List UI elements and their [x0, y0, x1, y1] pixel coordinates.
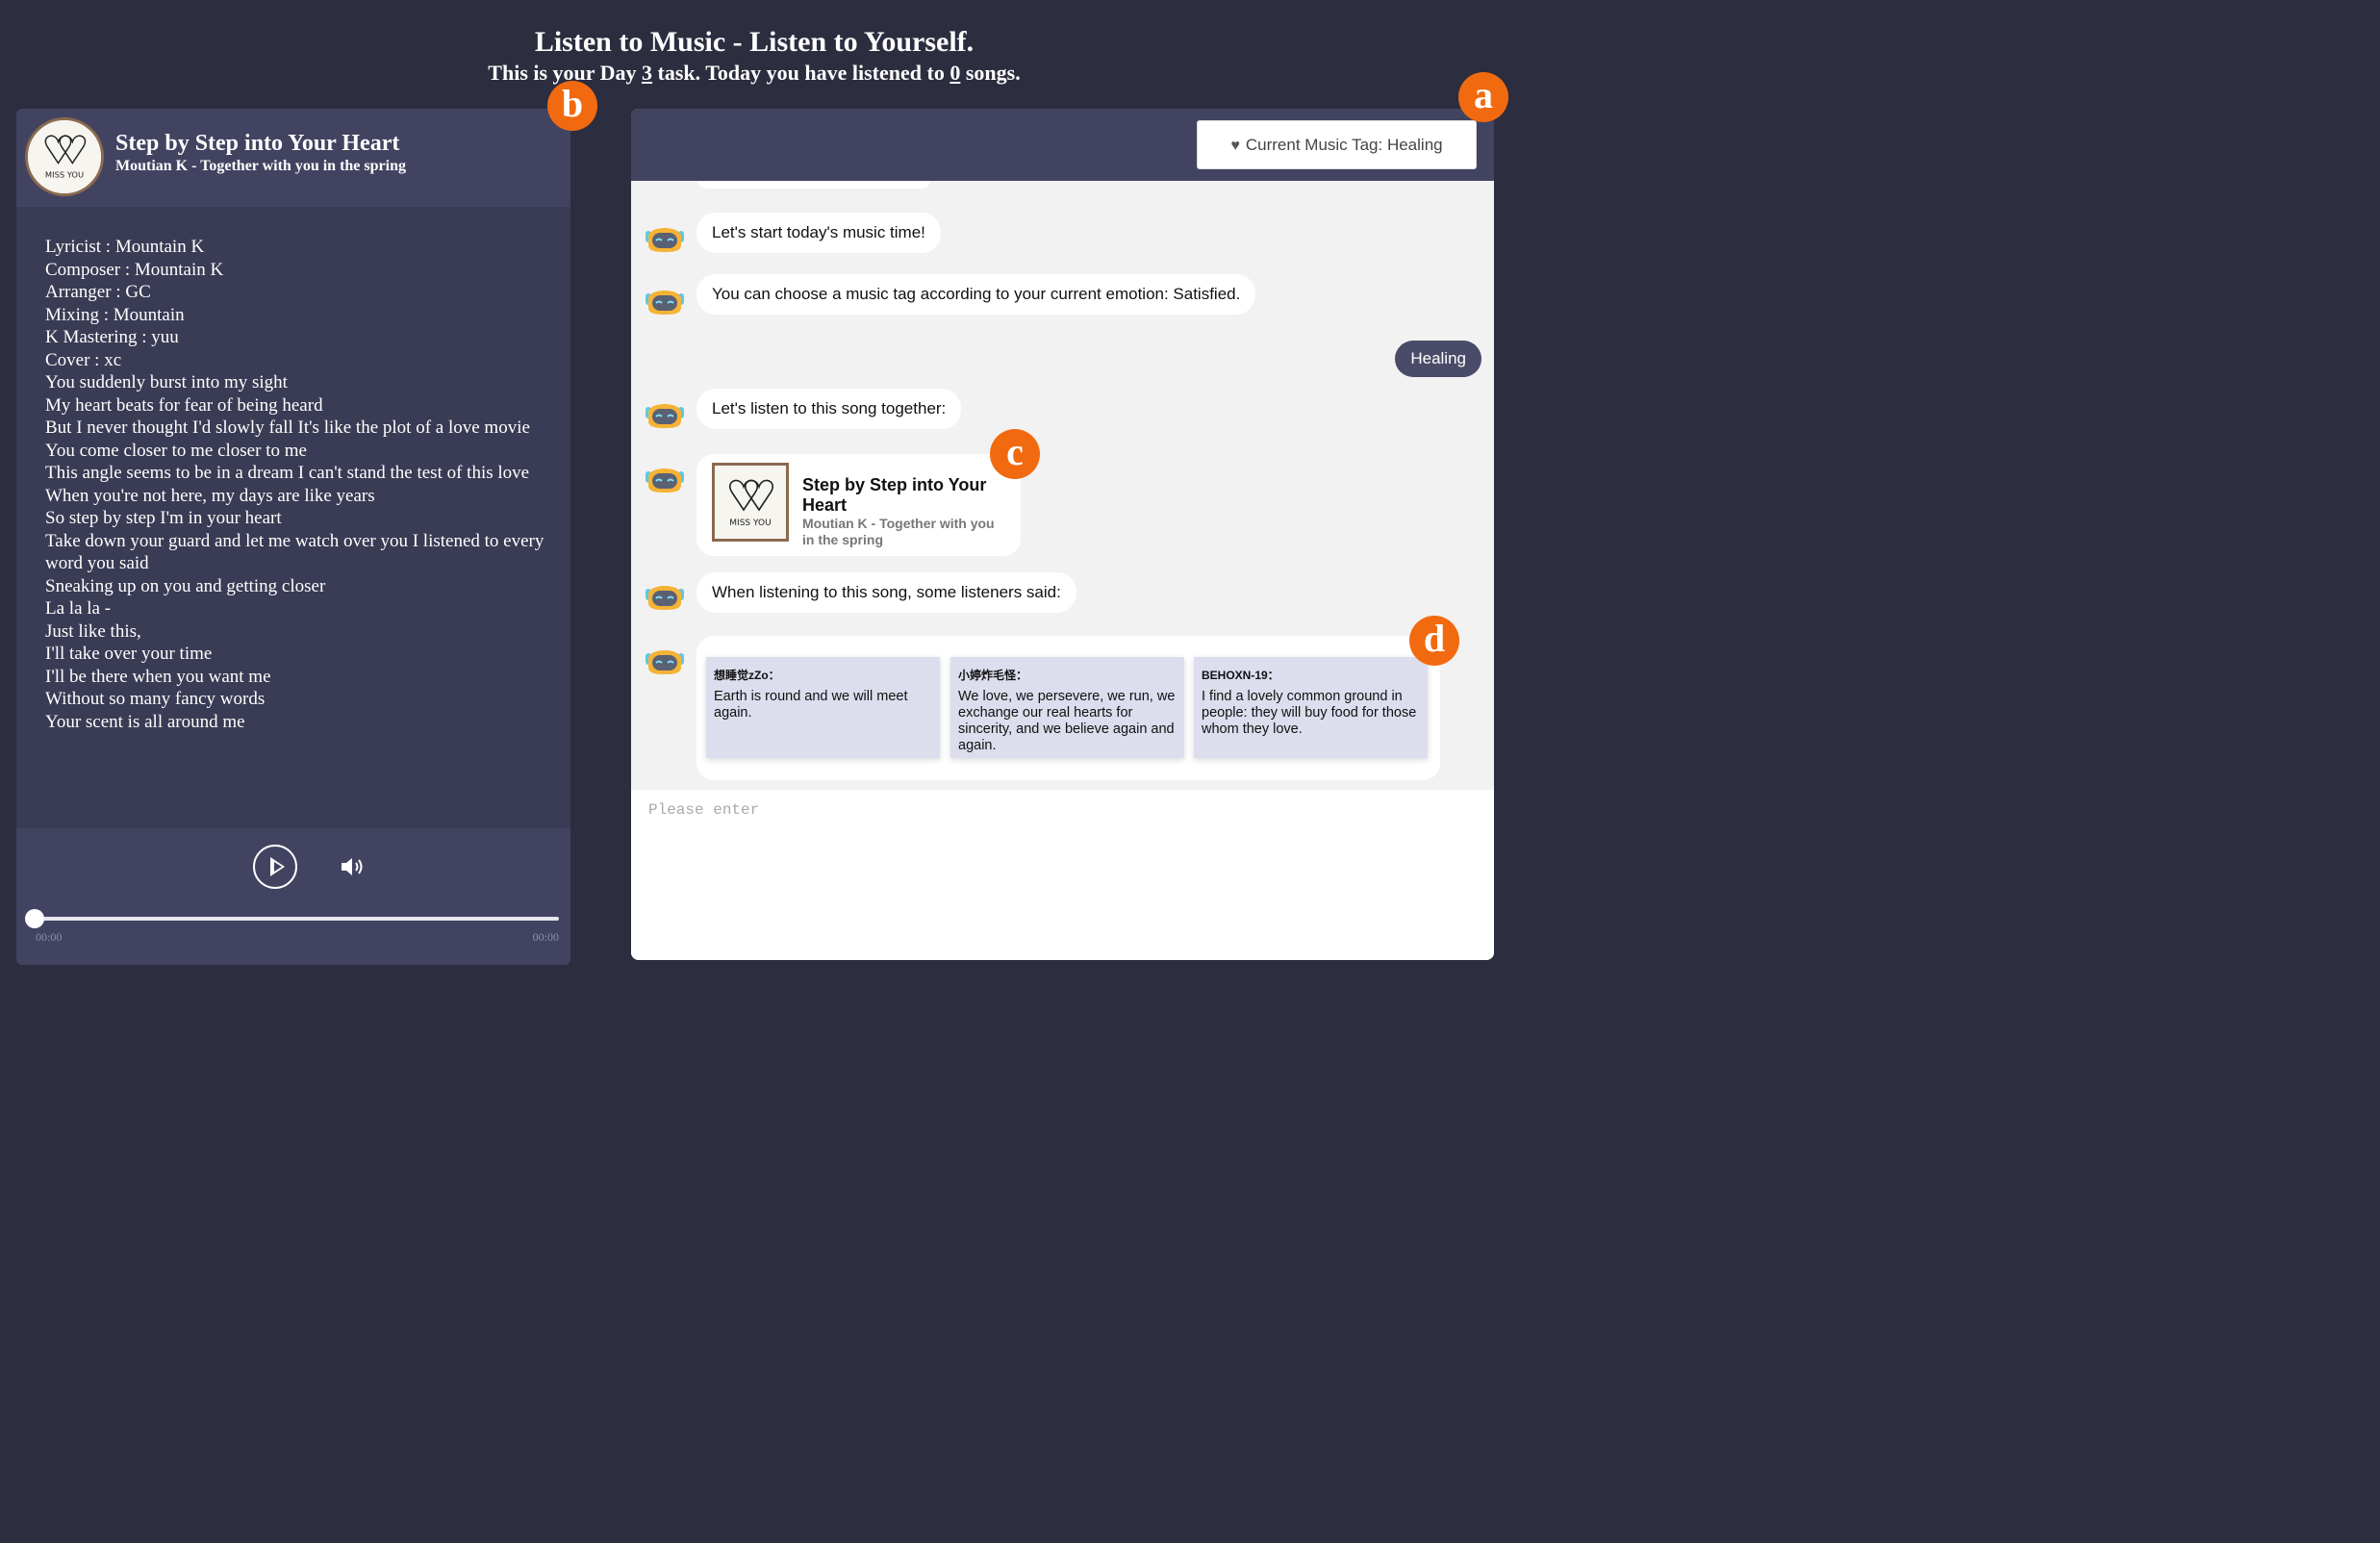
page-header: Listen to Music - Listen to Yourself. Th…	[0, 25, 1508, 87]
album-cover-art: MISS YOU	[28, 120, 101, 193]
svg-text:MISS YOU: MISS YOU	[45, 169, 84, 179]
task-status-text: songs.	[960, 61, 1021, 85]
play-circle-icon[interactable]	[253, 845, 297, 889]
lyric-line: My heart beats for fear of being heard	[45, 394, 323, 416]
robot-avatar-icon	[645, 460, 685, 494]
bot-message: Let's start today's music time!	[696, 213, 941, 253]
lyric-line: Just like this,	[45, 620, 141, 642]
robot-avatar-icon	[645, 642, 685, 676]
robot-avatar-icon	[645, 395, 685, 430]
chat-messages: Let's start today's music time! You can …	[631, 181, 1494, 790]
lyric-line: K Mastering : yuu	[45, 327, 179, 347]
lyric-line: Composer : Mountain K	[45, 259, 224, 280]
song-artist-album: Moutian K - Together with you in the spr…	[115, 158, 406, 174]
song-card[interactable]: MISS YOU Step by Step into Your Heart Mo…	[696, 454, 1021, 556]
comment-card: 想睡觉zZo： Earth is round and we will meet …	[706, 657, 940, 758]
heart-icon: ♥	[1230, 138, 1240, 154]
lyric-line: Lyricist : Mountain K	[45, 237, 205, 257]
song-title: Step by Step into Your Heart	[115, 131, 400, 156]
lyric-line: Without so many fancy words	[45, 689, 266, 709]
lyric-line: You come closer to me closer to me	[45, 440, 307, 461]
current-time: 00:00	[36, 930, 63, 944]
current-music-tag-label: Current Music Tag: Healing	[1245, 136, 1443, 154]
comment-author: 小婷炸毛怪：	[958, 669, 1028, 682]
annotation-badge-c: c	[990, 429, 1040, 479]
lyric-line: When you're not here, my days are like y…	[45, 485, 375, 506]
robot-avatar-icon	[645, 282, 685, 316]
message-input-area	[631, 790, 1494, 960]
listener-comments: 想睡觉zZo： Earth is round and we will meet …	[696, 636, 1440, 780]
album-cover: MISS YOU	[25, 117, 104, 196]
lyric-line: Arranger : GC	[45, 282, 151, 302]
progress-knob[interactable]	[25, 909, 44, 928]
song-card-subtitle: Moutian K - Together with you in the spr…	[802, 516, 995, 547]
comment-author: BEHOXN-19：	[1202, 669, 1279, 682]
comment-text: I find a lovely common ground in people:…	[1202, 689, 1417, 737]
day-number: 3	[642, 61, 653, 85]
comment-card: 小婷炸毛怪： We love, we persevere, we run, we…	[950, 657, 1184, 758]
song-card-cover-art: MISS YOU	[715, 466, 786, 539]
lyrics-list: Lyricist : Mountain K Composer : Mountain…	[45, 236, 545, 733]
song-card-cover: MISS YOU	[712, 463, 789, 542]
comment-text: Earth is round and we will meet again.	[714, 689, 908, 721]
comment-text: We love, we persevere, we run, we exchan…	[958, 689, 1176, 753]
lyric-line: Sneaking up on you and getting closer	[45, 575, 326, 596]
progress-bar[interactable]	[25, 909, 559, 928]
songs-count: 0	[949, 61, 961, 85]
player-controls: 00:00 00:00	[16, 828, 570, 965]
song-card-title: Step by Step into Your Heart	[802, 475, 987, 515]
lyric-line: You suddenly burst into my sight	[45, 372, 288, 392]
page-title: Listen to Music - Listen to Yourself.	[534, 26, 975, 58]
chat-panel: ♥ Current Music Tag: Healing Let's start …	[631, 109, 1494, 960]
message-input[interactable]	[631, 790, 1494, 960]
lyric-line: La la la -	[45, 598, 112, 619]
lyric-line: Mixing : Mountain	[45, 304, 185, 325]
lyric-line: Take down your guard and let me watch ov…	[45, 530, 544, 574]
volume-icon[interactable]	[340, 854, 367, 879]
robot-avatar-icon	[645, 577, 685, 612]
comment-card: BEHOXN-19： I find a lovely common ground…	[1194, 657, 1428, 758]
chat-header: ♥ Current Music Tag: Healing	[631, 109, 1494, 181]
annotation-badge-a: a	[1458, 72, 1508, 122]
task-status-text: task. Today you have listened to	[652, 61, 950, 85]
user-message: Healing	[1395, 341, 1481, 377]
scrolled-message-bubble	[696, 181, 931, 189]
bot-message: When listening to this song, some listen…	[696, 572, 1076, 613]
lyric-line: But I never thought I'd slowly fall It's…	[45, 417, 530, 438]
lyric-line: I'll be there when you want me	[45, 666, 271, 687]
current-music-tag-button[interactable]: ♥ Current Music Tag: Healing	[1197, 120, 1477, 169]
music-player-panel: MISS YOU Step by Step into Your Heart Mo…	[16, 109, 570, 965]
lyric-line: This angle seems to be in a dream I can'…	[45, 463, 530, 483]
lyric-line: So step by step I'm in your heart	[45, 508, 282, 528]
svg-text:MISS YOU: MISS YOU	[729, 519, 771, 528]
annotation-badge-b: b	[547, 81, 597, 131]
lyric-line: Cover : xc	[45, 349, 122, 370]
annotation-badge-d: d	[1409, 616, 1459, 666]
lyric-line: I'll take over your time	[45, 644, 213, 664]
task-status: This is your Day 3 task. Today you have …	[0, 60, 1508, 87]
bot-message: You can choose a music tag according to …	[696, 274, 1256, 315]
comment-author: 想睡觉zZo：	[714, 669, 780, 682]
total-time: 00:00	[532, 930, 559, 944]
bot-message: Let's listen to this song together:	[696, 389, 962, 429]
robot-avatar-icon	[645, 219, 685, 254]
player-header: MISS YOU Step by Step into Your Heart Mo…	[16, 109, 570, 207]
lyric-line: Your scent is all around me	[45, 711, 245, 732]
